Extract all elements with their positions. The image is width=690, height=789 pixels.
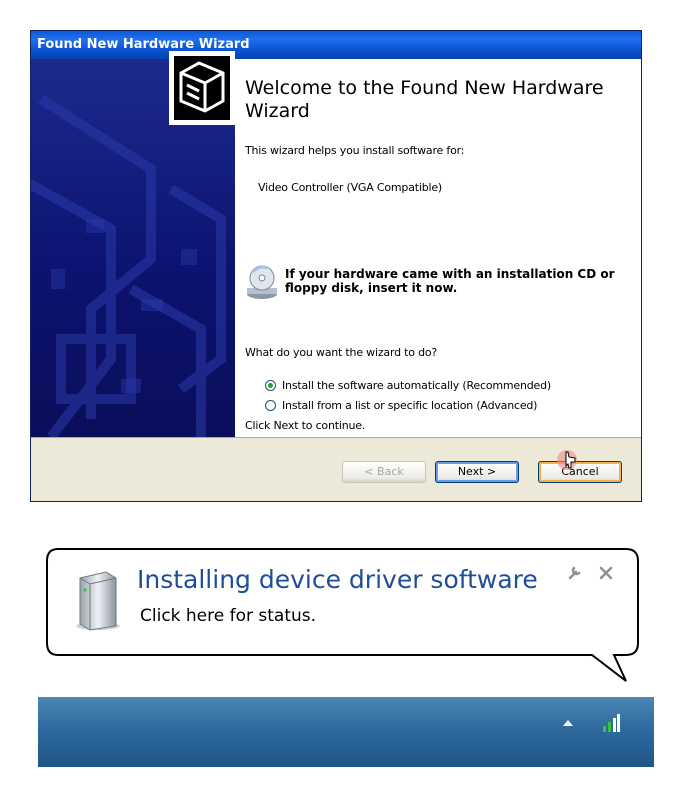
continue-text: Click Next to continue. — [245, 419, 366, 432]
network-icon[interactable] — [601, 712, 621, 734]
button-bar: < Back Next > Cancel — [31, 438, 641, 501]
hardware-box-icon — [169, 51, 235, 125]
cd-drive-icon — [247, 265, 277, 299]
taskbar — [38, 697, 654, 767]
notification-title[interactable]: Installing device driver software — [137, 565, 538, 594]
wizard-question: What do you want the wizard to do? — [245, 346, 438, 359]
cd-note: If your hardware came with an installati… — [285, 267, 615, 295]
page-title: Welcome to the Found New Hardware Wizard — [245, 77, 604, 122]
wizard-content: Welcome to the Found New Hardware Wizard… — [235, 59, 641, 437]
back-button[interactable]: < Back — [342, 461, 426, 483]
intro-text: This wizard helps you install software f… — [245, 144, 465, 157]
next-button[interactable]: Next > — [435, 461, 519, 483]
external-drive-icon — [76, 571, 120, 631]
radio-button-selected[interactable] — [265, 380, 276, 391]
option-install-automatically[interactable]: Install the software automatically (Reco… — [265, 379, 551, 392]
close-icon[interactable] — [599, 566, 613, 580]
found-new-hardware-wizard: Found New Hardware Wizard Welcome to the… — [30, 30, 642, 502]
option-install-from-list[interactable]: Install from a list or specific location… — [265, 399, 537, 412]
wrench-icon[interactable] — [567, 565, 583, 581]
device-name: Video Controller (VGA Compatible) — [258, 181, 442, 194]
radio-button[interactable] — [265, 400, 276, 411]
window-title: Found New Hardware Wizard — [31, 31, 641, 59]
mouse-pointer-icon — [557, 450, 577, 470]
show-hidden-icons-arrow[interactable] — [563, 720, 573, 726]
option-label: Install the software automatically (Reco… — [282, 379, 551, 392]
option-label: Install from a list or specific location… — [282, 399, 538, 412]
notification-subtitle[interactable]: Click here for status. — [140, 606, 316, 626]
